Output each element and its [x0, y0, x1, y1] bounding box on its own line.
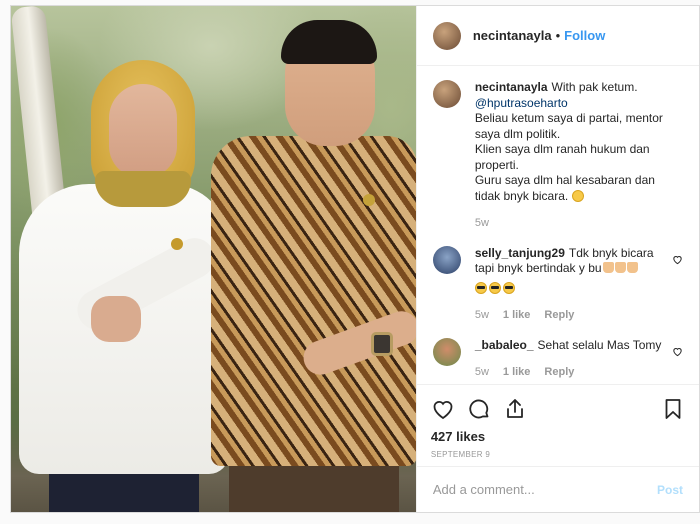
post-date[interactable]: September 9	[431, 450, 685, 459]
follow-button[interactable]: Follow	[564, 28, 605, 43]
comment-like-heart-icon[interactable]	[672, 346, 683, 357]
instagram-post: necintanayla • Follow necintanayla With p…	[10, 5, 700, 513]
caption-line: Klien saya dlm ranah hukum dan properti.	[474, 142, 650, 172]
comments-list[interactable]: necintanayla With pak ketum. @hputrasoeha…	[417, 66, 699, 384]
likes-count[interactable]: 427 likes	[431, 429, 685, 444]
author-avatar[interactable]	[432, 21, 461, 50]
post-actions: 427 likes September 9	[416, 384, 699, 466]
header-separator: •	[555, 28, 561, 43]
post-sidebar: necintanayla • Follow necintanayla With p…	[415, 6, 699, 512]
caption-first-line: With pak ketum.	[551, 80, 638, 94]
thumbs-up-emoji	[614, 262, 626, 273]
comment-likes[interactable]: 1 like	[503, 308, 531, 324]
comment-item: selly_tanjung29 Tdk bnyk bicara tapi bnyk…	[432, 245, 683, 324]
caption-username[interactable]: necintanayla	[475, 80, 548, 94]
caption-mention[interactable]: @hputrasoeharto	[475, 96, 665, 112]
comment-time[interactable]: 5w	[475, 365, 489, 381]
woman-hand	[91, 296, 141, 342]
man-pin-badge	[363, 194, 375, 206]
comment-body: selly_tanjung29 Tdk bnyk bicara tapi bnyk…	[474, 246, 683, 324]
post-photo[interactable]	[11, 6, 416, 512]
reply-button[interactable]: Reply	[544, 308, 574, 324]
comment-meta: 5w 1 like Reply	[475, 365, 665, 381]
commenter-avatar[interactable]	[432, 337, 461, 366]
caption-avatar[interactable]	[432, 80, 461, 108]
sunglasses-emoji	[502, 281, 515, 294]
comment-username[interactable]: selly_tanjung29	[475, 246, 565, 260]
caption-line: Guru saya dlm hal kesabaran dan tidak bn…	[475, 173, 665, 204]
comment-likes[interactable]: 1 like	[503, 365, 531, 381]
comment-time[interactable]: 5w	[475, 308, 489, 324]
caption-time[interactable]: 5w	[475, 216, 489, 232]
reply-button[interactable]: Reply	[544, 365, 574, 381]
add-comment-bar: Post	[416, 466, 699, 512]
caption-body: necintanayla With pak ketum. @hputrasoeha…	[475, 80, 683, 232]
thumbs-up-emoji	[602, 262, 614, 273]
woman-scarf	[95, 171, 191, 207]
comment-username[interactable]: _babaleo_	[475, 338, 534, 352]
woman-face	[109, 84, 177, 178]
caption-entry: necintanayla With pak ketum. @hputrasoeha…	[432, 80, 683, 232]
comment-text: Sehat selalu Mas Tomy	[537, 337, 662, 352]
add-comment-input[interactable]	[432, 482, 657, 497]
thumbs-up-emoji	[626, 262, 638, 273]
comment-icon[interactable]	[467, 397, 491, 421]
comment-like-heart-icon[interactable]	[672, 254, 683, 265]
sunglasses-emoji	[488, 281, 501, 294]
man-hair	[281, 20, 377, 64]
woman-brooch	[171, 238, 183, 250]
share-icon[interactable]	[503, 397, 527, 421]
caption-line-text: Guru saya dlm hal kesabaran dan tidak bn…	[474, 173, 655, 203]
post-header: necintanayla • Follow	[416, 6, 699, 66]
man-watch	[371, 332, 393, 356]
sunglasses-emoji	[474, 281, 487, 294]
action-icons	[431, 393, 685, 425]
commenter-avatar[interactable]	[432, 245, 461, 274]
man-batik-shirt	[211, 136, 416, 466]
caption-meta: 5w	[475, 216, 665, 232]
comment-emoji-line	[474, 281, 665, 297]
heart-icon[interactable]	[431, 397, 455, 421]
comment-meta: 5w 1 like Reply	[475, 308, 665, 324]
comment-body: _babaleo_ Sehat selalu Mas Tomy 5w 1 like…	[475, 338, 683, 381]
post-comment-button[interactable]: Post	[657, 483, 683, 497]
bookmark-icon[interactable]	[661, 397, 685, 421]
comment-item: _babaleo_ Sehat selalu Mas Tomy 5w 1 like…	[432, 337, 683, 381]
author-username[interactable]: necintanayla	[473, 28, 552, 43]
smiling-face-emoji	[571, 189, 584, 202]
caption-line: Beliau ketum saya di partai, mentor saya…	[474, 111, 663, 141]
